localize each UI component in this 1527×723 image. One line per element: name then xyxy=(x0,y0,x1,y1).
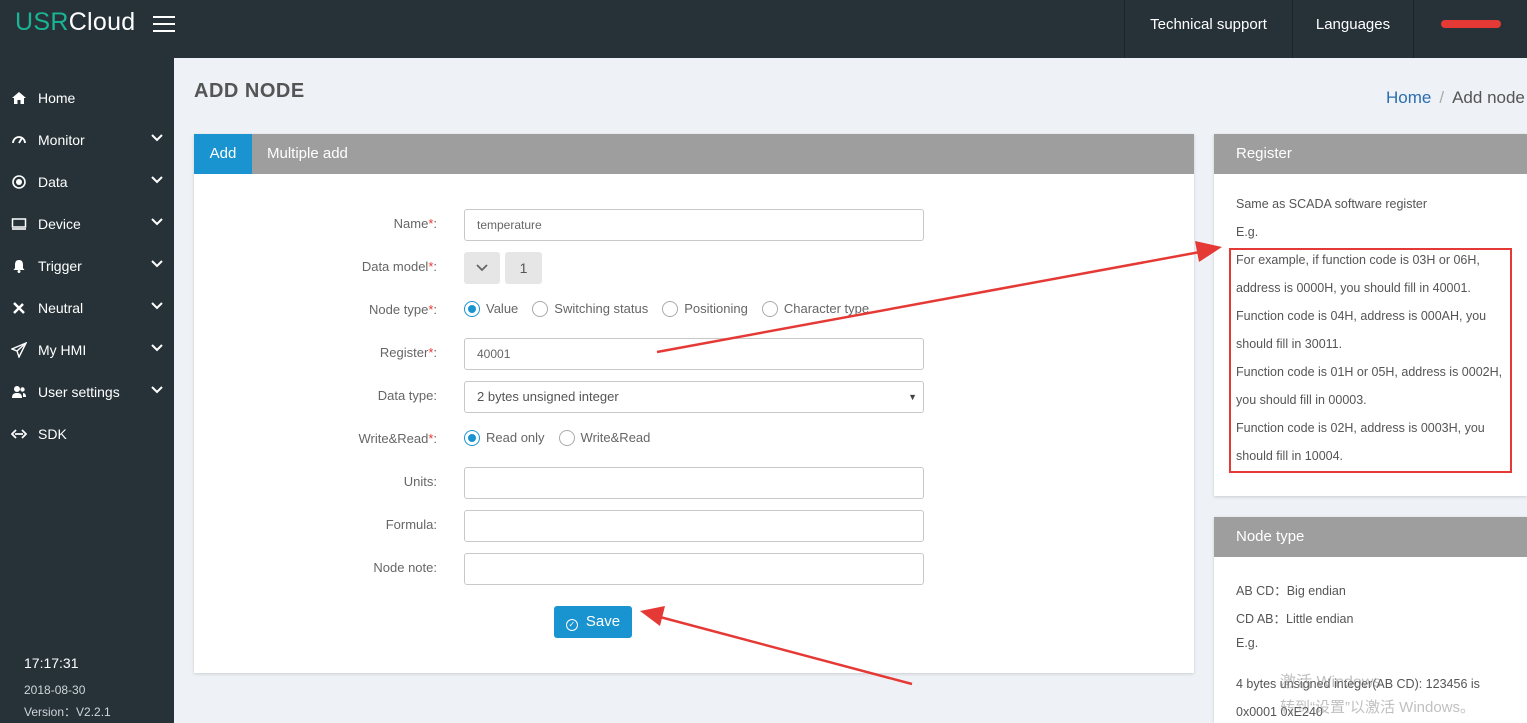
sidebar-item-label: Neutral xyxy=(38,300,84,316)
breadcrumb-home-link[interactable]: Home xyxy=(1386,88,1431,107)
chevron-down-icon xyxy=(151,260,163,268)
register-input[interactable]: 40001 xyxy=(464,338,924,370)
node-type-positioning-radio[interactable]: Positioning xyxy=(662,300,748,318)
chevron-down-icon xyxy=(151,302,163,310)
save-button[interactable]: ✓ Save xyxy=(554,606,632,638)
node-type-value-radio[interactable]: Value xyxy=(464,300,518,318)
node-note-label: Node note: xyxy=(373,560,437,575)
chevron-down-icon xyxy=(151,386,163,394)
page-title: ADD NODE xyxy=(194,80,305,102)
clock-date: 2018-08-30 xyxy=(24,683,86,697)
sidebar-item-label: My HMI xyxy=(38,342,87,358)
name-input[interactable]: temperature xyxy=(464,209,924,241)
bell-icon xyxy=(13,260,25,273)
sidebar: Home Monitor Data Device Trigger Neutral… xyxy=(0,58,174,723)
node-type-radio-group: Value Switching status Positioning Characte… xyxy=(464,300,883,320)
write-read-radio-group: Read only Write&Read xyxy=(464,429,664,449)
register-help-line: Same as SCADA software register xyxy=(1236,197,1428,211)
send-icon xyxy=(11,342,27,358)
breadcrumb-current: Add node xyxy=(1452,88,1525,107)
data-model-dropdown[interactable] xyxy=(464,252,500,284)
sidebar-item-label: Trigger xyxy=(38,258,82,274)
chevron-down-icon xyxy=(151,176,163,184)
top-bar: USRCloud Technical support Languages xyxy=(0,0,1527,58)
tab-multiple-add[interactable]: Multiple add xyxy=(267,134,348,174)
node-note-input[interactable] xyxy=(464,553,924,585)
sidebar-item-label: User settings xyxy=(38,384,120,400)
hamburger-menu-icon[interactable] xyxy=(153,16,175,34)
sidebar-item-label: Device xyxy=(38,216,81,232)
sidebar-item-sdk[interactable]: SDK xyxy=(0,413,174,455)
logo-cloud-text: Cloud xyxy=(68,8,136,36)
card-tabs: Add Multiple add xyxy=(194,134,1194,174)
data-type-label: Data type: xyxy=(377,388,437,403)
sidebar-item-monitor[interactable]: Monitor xyxy=(0,119,174,161)
windows-watermark-line: 转到“设置”以激活 Windows。 xyxy=(1280,699,1476,716)
node-type-help-panel: Node type AB CD：Big endian CD AB：Little … xyxy=(1214,517,1527,723)
node-type-switching-status-radio[interactable]: Switching status xyxy=(532,300,648,318)
monitor-icon xyxy=(11,218,27,230)
sidebar-item-my-hmi[interactable]: My HMI xyxy=(0,329,174,371)
sidebar-item-label: SDK xyxy=(38,426,67,442)
read-only-radio[interactable]: Read only xyxy=(464,429,545,447)
breadcrumb-separator: / xyxy=(1439,88,1445,107)
gauge-icon xyxy=(12,136,26,144)
sidebar-item-neutral[interactable]: Neutral xyxy=(0,287,174,329)
logo-usr-text: USR xyxy=(15,8,69,36)
app-version: Version：V2.2.1 xyxy=(24,705,111,719)
units-input[interactable] xyxy=(464,467,924,499)
tools-icon xyxy=(13,302,25,314)
chevron-down-icon xyxy=(151,344,163,352)
name-label: Name*: xyxy=(393,216,437,231)
formula-input[interactable] xyxy=(464,510,924,542)
node-type-panel-title: Node type xyxy=(1214,517,1527,557)
data-type-select[interactable]: 2 bytes unsigned integer ▼ xyxy=(464,381,924,413)
breadcrumb: Home / Add node xyxy=(1386,88,1525,108)
sidebar-item-data[interactable]: Data xyxy=(0,161,174,203)
clock-time: 17:17:31 xyxy=(24,655,79,671)
redacted-username xyxy=(1441,20,1501,28)
node-type-character-type-radio[interactable]: Character type xyxy=(761,300,869,318)
data-model-label: Data model*: xyxy=(361,259,437,274)
logo[interactable]: USRCloud xyxy=(15,8,136,37)
register-label: Register*: xyxy=(379,345,437,360)
home-icon xyxy=(12,92,26,104)
check-circle-icon: ✓ xyxy=(565,619,578,631)
node-type-help-line: CD AB：Little endian xyxy=(1236,612,1354,626)
annotation-highlight-box xyxy=(1229,248,1512,473)
formula-label: Formula: xyxy=(385,517,437,532)
languages-menu[interactable]: Languages xyxy=(1292,0,1413,58)
sidebar-item-device[interactable]: Device xyxy=(0,203,174,245)
chevron-down-icon xyxy=(476,264,488,272)
chevron-down-icon xyxy=(151,218,163,226)
units-label: Units: xyxy=(403,474,437,489)
register-help-line: E.g. xyxy=(1236,225,1259,239)
node-type-label: Node type*: xyxy=(369,302,437,317)
users-icon xyxy=(12,386,26,398)
node-type-help-line: E.g. xyxy=(1236,636,1259,650)
dot-circle-icon xyxy=(12,175,26,189)
code-arrows-icon xyxy=(11,429,27,439)
tab-add[interactable]: Add xyxy=(194,134,252,174)
technical-support-link[interactable]: Technical support xyxy=(1124,0,1292,58)
sidebar-item-user-settings[interactable]: User settings xyxy=(0,371,174,413)
chevron-down-icon xyxy=(151,134,163,142)
data-model-value[interactable]: 1 xyxy=(505,252,542,284)
user-menu[interactable] xyxy=(1413,0,1527,58)
node-type-help-line: AB CD：Big endian xyxy=(1236,584,1346,598)
register-help-panel: Register Same as SCADA software register… xyxy=(1214,134,1527,496)
sidebar-item-label: Home xyxy=(38,90,76,106)
sidebar-item-home[interactable]: Home xyxy=(0,77,174,119)
write-read-radio[interactable]: Write&Read xyxy=(558,429,650,447)
register-panel-title: Register xyxy=(1214,134,1527,174)
windows-watermark-line: 激活 Windows xyxy=(1280,674,1382,691)
add-node-card: Add Multiple add Name*: temperature Data… xyxy=(194,134,1194,673)
sidebar-item-label: Data xyxy=(38,174,68,190)
write-read-label: Write&Read*: xyxy=(358,431,437,446)
sidebar-item-label: Monitor xyxy=(38,132,85,148)
caret-down-icon: ▼ xyxy=(908,392,917,402)
sidebar-item-trigger[interactable]: Trigger xyxy=(0,245,174,287)
